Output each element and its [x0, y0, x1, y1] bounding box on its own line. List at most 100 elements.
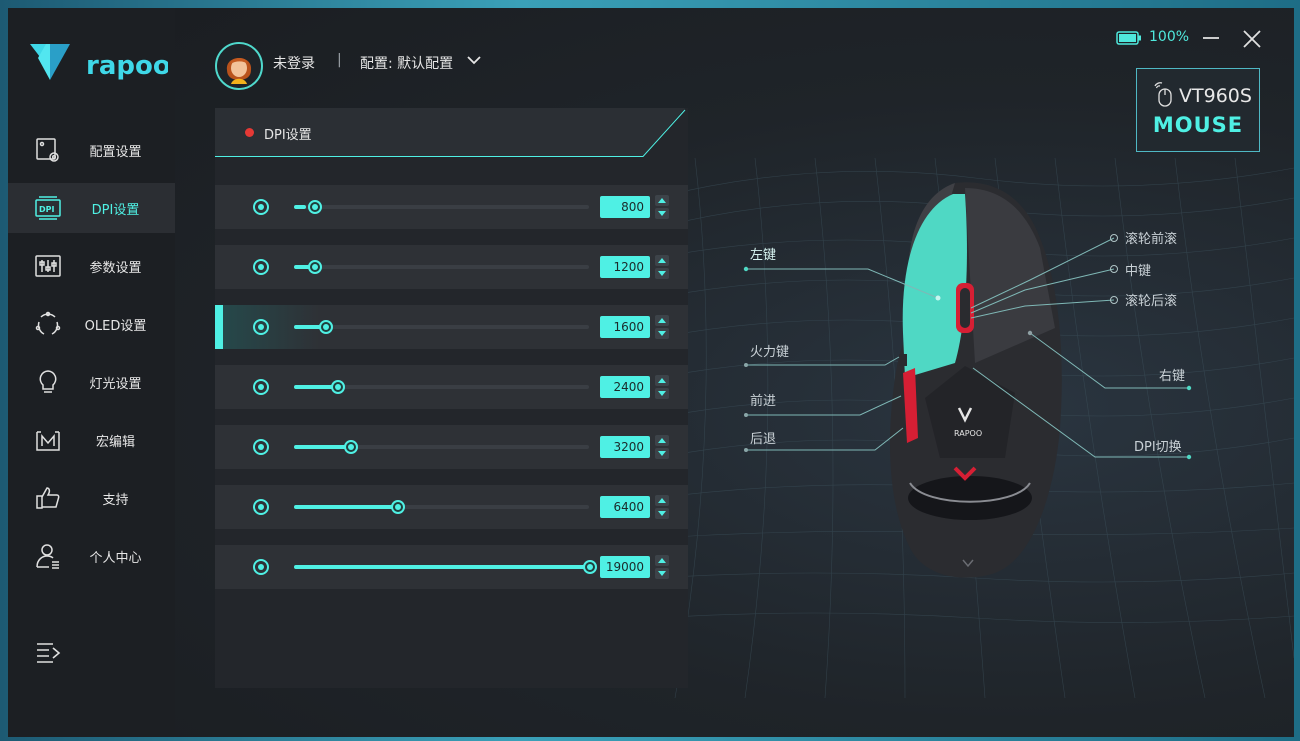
sidebar-item-label: OLED设置 [84, 318, 147, 334]
sidebar-item-personal[interactable]: 个人中心 [8, 531, 175, 581]
callout-middle[interactable]: 中键 [1125, 260, 1151, 279]
login-status[interactable]: 未登录 [273, 53, 315, 73]
dpi-radio[interactable] [253, 199, 269, 215]
dpi-stepper [655, 195, 669, 219]
chevron-down-icon[interactable] [467, 55, 481, 65]
dpi-slider-track[interactable] [294, 440, 589, 454]
sidebar-item-macro[interactable]: 宏编辑 [8, 415, 175, 465]
wireless-mouse-icon [1154, 82, 1172, 107]
decrement-icon[interactable] [655, 208, 669, 219]
decrement-icon[interactable] [655, 328, 669, 339]
dpi-value-field[interactable]: 3200 [600, 436, 650, 458]
dpi-value-field[interactable]: 6400 [600, 496, 650, 518]
decrement-icon[interactable] [655, 268, 669, 279]
dpi-slider-track[interactable] [294, 260, 589, 274]
callout-back[interactable]: 后退 [750, 428, 776, 447]
app-window: rapoo 配置设置 DPI DPI设置 参数设置 OLED设置 灯光设置 宏编… [8, 8, 1294, 737]
dpi-radio[interactable] [253, 379, 269, 395]
dpi-radio[interactable] [253, 319, 269, 335]
increment-icon[interactable] [655, 255, 669, 266]
avatar[interactable] [215, 42, 263, 90]
dpi-value-field[interactable]: 1600 [600, 316, 650, 338]
logo-text: rapoo [86, 51, 168, 81]
dpi-radio[interactable] [253, 259, 269, 275]
sidebar: rapoo 配置设置 DPI DPI设置 参数设置 OLED设置 灯光设置 宏编… [8, 8, 175, 737]
sidebar-item-oled[interactable]: OLED设置 [8, 299, 175, 349]
dpi-stepper [655, 375, 669, 399]
callout-right-button[interactable]: 右键 [1159, 365, 1185, 384]
dpi-row[interactable]: 1600 [215, 305, 688, 349]
dpi-slider-handle[interactable] [391, 500, 405, 514]
decrement-icon[interactable] [655, 448, 669, 459]
sidebar-item-support[interactable]: 支持 [8, 473, 175, 523]
increment-icon[interactable] [655, 315, 669, 326]
dpi-row[interactable]: 2400 [215, 365, 688, 409]
dpi-radio[interactable] [253, 439, 269, 455]
mouse-illustration: RAPOO [743, 182, 1192, 578]
dpi-icon: DPI [35, 196, 61, 220]
increment-icon[interactable] [655, 195, 669, 206]
decrement-icon[interactable] [655, 388, 669, 399]
callout-fire-key[interactable]: 火力键 [750, 341, 789, 360]
increment-icon[interactable] [655, 555, 669, 566]
dpi-value-field[interactable]: 2400 [600, 376, 650, 398]
menu-collapse-icon[interactable] [35, 640, 61, 664]
dpi-value-field[interactable]: 800 [600, 196, 650, 218]
lightbulb-icon [39, 370, 57, 393]
main-area: 未登录 | 配置: 默认配置 100% VT960S MOUSE DPI设置 8… [175, 8, 1294, 737]
dpi-value-field[interactable]: 19000 [600, 556, 650, 578]
callout-left-button[interactable]: 左键 [750, 244, 776, 263]
dpi-slider-fill [294, 445, 350, 449]
sidebar-item-profile-settings[interactable]: 配置设置 [8, 125, 175, 175]
panel-title: DPI设置 [264, 128, 312, 143]
decrement-icon[interactable] [655, 508, 669, 519]
dpi-slider-fill [294, 505, 397, 509]
sidebar-item-lighting[interactable]: 灯光设置 [8, 357, 175, 407]
device-model: VT960S [1179, 85, 1252, 107]
increment-icon[interactable] [655, 495, 669, 506]
close-icon[interactable] [1241, 28, 1263, 50]
dpi-value-field[interactable]: 1200 [600, 256, 650, 278]
callout-dpi-switch[interactable]: DPI切换 [1134, 436, 1182, 455]
sidebar-item-parameters[interactable]: 参数设置 [8, 241, 175, 291]
dpi-slider-handle[interactable] [583, 560, 597, 574]
dpi-slider-track[interactable] [294, 200, 589, 214]
avatar-icon [217, 44, 261, 88]
dpi-row[interactable]: 3200 [215, 425, 688, 469]
dpi-slider-track[interactable] [294, 560, 597, 574]
dpi-stepper [655, 555, 669, 579]
increment-icon[interactable] [655, 435, 669, 446]
sidebar-item-label: 宏编辑 [95, 434, 135, 450]
dpi-row[interactable]: 6400 [215, 485, 688, 529]
callout-forward[interactable]: 前进 [750, 390, 776, 409]
dpi-row[interactable]: 1200 [215, 245, 688, 289]
dpi-slider-handle[interactable] [308, 200, 322, 214]
sidebar-item-dpi[interactable]: DPI DPI设置 [8, 183, 175, 233]
dpi-slider-handle[interactable] [308, 260, 322, 274]
mouse-diagram: RAPOO 左键 火力键 前进 后退 滚轮前滚 中键 滚轮后滚 右键 DPI切换 [725, 128, 1265, 588]
increment-icon[interactable] [655, 375, 669, 386]
thumbs-up-icon [36, 487, 60, 509]
dpi-stepper [655, 315, 669, 339]
sidebar-item-label: 个人中心 [89, 550, 142, 566]
dpi-slider-handle[interactable] [344, 440, 358, 454]
dpi-slider-track[interactable] [294, 380, 589, 394]
dpi-row[interactable]: 800 [215, 185, 688, 229]
decrement-icon[interactable] [655, 568, 669, 579]
sidebar-item-label: 配置设置 [89, 144, 142, 160]
dpi-row[interactable]: 19000 [215, 545, 688, 589]
dpi-stepper [655, 255, 669, 279]
dpi-radio[interactable] [253, 499, 269, 515]
dpi-slider-track[interactable] [294, 320, 589, 334]
profile-selector[interactable]: 配置: 默认配置 [360, 53, 453, 73]
minimize-icon[interactable] [1199, 28, 1223, 48]
oled-icon [35, 311, 61, 335]
dpi-radio[interactable] [253, 559, 269, 575]
callout-scroll-up[interactable]: 滚轮前滚 [1125, 228, 1177, 247]
dpi-slider-handle[interactable] [331, 380, 345, 394]
dpi-slider-track[interactable] [294, 500, 589, 514]
dpi-slider-fill [294, 565, 589, 569]
dpi-slider-handle[interactable] [319, 320, 333, 334]
panel-header: DPI设置 [215, 108, 688, 158]
callout-scroll-down[interactable]: 滚轮后滚 [1125, 290, 1177, 309]
